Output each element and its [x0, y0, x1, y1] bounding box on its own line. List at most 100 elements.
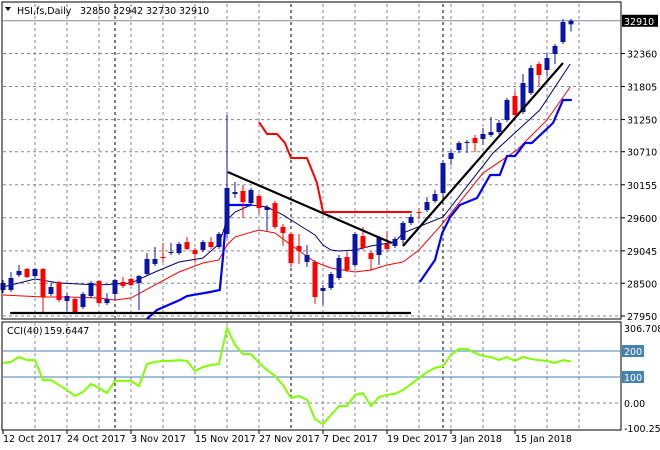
date-label: 19 Dec 2017	[387, 434, 448, 445]
cci-tick-label: -100.258	[624, 424, 660, 435]
bullish-candle-body	[504, 99, 510, 120]
date-label: 7 Dec 2017	[323, 434, 378, 445]
bullish-candle-body	[8, 278, 14, 290]
bearish-candle-body	[184, 242, 190, 249]
bullish-candle-body	[32, 268, 38, 276]
bullish-candle-body	[232, 192, 238, 194]
bearish-candle-body	[536, 63, 542, 75]
bullish-candle-body	[544, 58, 550, 70]
bearish-candle-body	[360, 236, 366, 249]
bearish-candle-body	[160, 257, 166, 259]
resistance-step-line	[258, 121, 412, 214]
dropdown-triangle-icon[interactable]	[5, 7, 11, 11]
price-tick-label: 29600	[627, 214, 657, 225]
bullish-candle-body	[136, 276, 142, 284]
date-axis: 12 Oct 2017 24 Oct 2017 3 Nov 2017 15 Nov 2…	[2, 430, 572, 445]
bearish-candle-body	[472, 138, 478, 144]
symbol-label: HSI,fs,Daily	[17, 6, 72, 17]
cci-panel	[2, 325, 620, 426]
bullish-candle-body	[496, 123, 502, 133]
bullish-candle-body	[336, 258, 342, 279]
bullish-candle-body	[320, 288, 326, 291]
bullish-candle-body	[64, 296, 70, 301]
slow-moving-average-line	[2, 86, 571, 301]
low-value: 32730	[146, 6, 176, 17]
bearish-candle-body	[128, 278, 134, 285]
bullish-candle-body	[0, 283, 6, 290]
bearish-candle-body	[192, 249, 198, 254]
bullish-candle-body	[464, 142, 470, 144]
bullish-candle-body	[88, 283, 94, 296]
date-label: 3 Nov 2017	[131, 434, 186, 445]
bearish-candle-body	[40, 268, 46, 298]
bullish-candle-body	[304, 254, 310, 263]
bullish-candle-body	[144, 258, 150, 274]
bearish-candle-body	[72, 298, 78, 313]
price-tick-label: 30710	[627, 148, 657, 159]
bearish-candle-body	[120, 282, 126, 286]
bullish-candle-body	[392, 238, 398, 246]
bearish-candle-body	[240, 191, 246, 203]
bullish-candle-body	[352, 233, 358, 265]
bullish-candle-body	[264, 207, 270, 210]
bullish-candle-body	[216, 233, 222, 248]
bullish-candle-body	[480, 133, 486, 139]
bullish-candle-body	[408, 217, 414, 224]
cci-line	[2, 325, 572, 426]
bearish-candle-body	[384, 243, 390, 249]
high-value: 32942	[113, 6, 143, 17]
bullish-candle-body	[112, 279, 118, 294]
cci-name: CCI(40)	[7, 326, 43, 337]
bearish-candle-body	[368, 253, 374, 259]
bearish-candle-body	[208, 242, 214, 248]
cci-panel-frame	[1, 321, 622, 431]
bullish-candle-body	[432, 193, 438, 201]
price-axis: 32360 31805 31250 30710 30155 29600 29045 28500…	[621, 14, 658, 323]
close-value: 32910	[179, 6, 209, 17]
cci-axis: 306.7083 200 100 0.00 -100.258	[622, 324, 660, 435]
hsi-daily-chart: 32360 31805 31250 30710 30155 29600 29045 28500…	[0, 1, 660, 445]
bullish-candle-body	[440, 163, 446, 194]
cci-tick-label: 200	[624, 347, 642, 358]
cci-tick-label: 306.7083	[624, 324, 660, 335]
bullish-candle-body	[168, 252, 174, 254]
bearish-candle-body	[416, 212, 422, 214]
bullish-candle-body	[328, 273, 334, 289]
bullish-candle-body	[16, 271, 22, 275]
bearish-candle-body	[344, 257, 350, 270]
bullish-candle-body	[488, 132, 494, 135]
bullish-candle-body	[568, 20, 574, 25]
indicator-overlays	[2, 63, 572, 320]
trend-lines	[10, 62, 564, 315]
price-tick-label: 29045	[627, 247, 657, 258]
bearish-candle-body	[256, 196, 262, 209]
date-label: 24 Oct 2017	[67, 434, 126, 445]
cci-value: 159.6447	[44, 326, 89, 337]
grid	[3, 4, 620, 429]
date-label: 15 Jan 2018	[515, 434, 572, 445]
bullish-candle-body	[248, 189, 254, 204]
current-price-label: 32910	[624, 17, 654, 28]
bearish-candle-body	[280, 227, 286, 234]
bullish-candle-body	[224, 188, 230, 234]
bearish-candle-body	[288, 233, 294, 264]
price-tick-label: 31805	[627, 83, 657, 94]
fast-moving-average-line	[2, 63, 571, 288]
price-tick-label: 30155	[627, 181, 657, 192]
cci-tick-label: 100	[624, 373, 642, 384]
main-panel-frame	[1, 1, 622, 320]
cci-header: CCI(40) 159.6447	[7, 326, 89, 337]
bullish-candle-body	[400, 223, 406, 240]
bearish-candle-body	[96, 281, 102, 304]
price-tick-label: 32360	[627, 50, 657, 61]
date-label: 27 Nov 2017	[259, 434, 320, 445]
bullish-candle-body	[200, 242, 206, 250]
bearish-candle-body	[272, 203, 278, 228]
bearish-candle-body	[312, 262, 318, 298]
bullish-candle-body	[80, 293, 86, 308]
candles	[0, 18, 574, 314]
price-tick-label: 31250	[627, 116, 657, 127]
bullish-candle-body	[560, 22, 566, 43]
bearish-candle-body	[296, 246, 302, 251]
bullish-candle-body	[48, 287, 54, 294]
